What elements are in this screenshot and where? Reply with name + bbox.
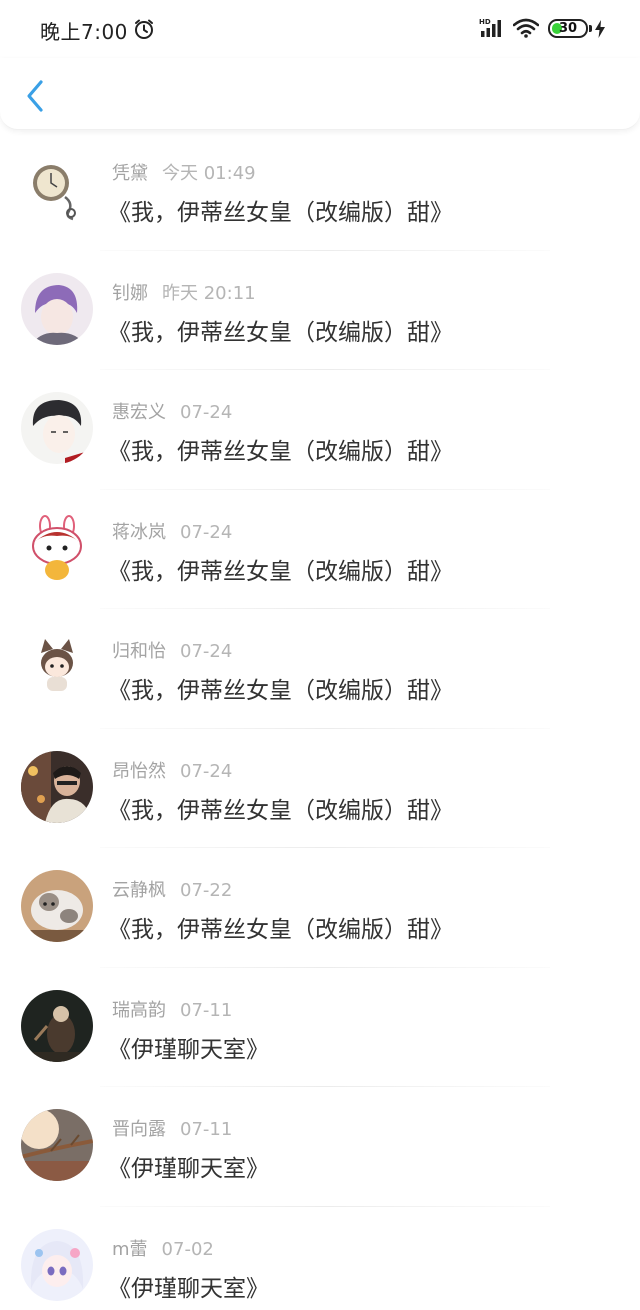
avatar[interactable] (21, 989, 93, 1062)
message-title: 《我，伊蒂丝女皇（改编版）甜》 (108, 558, 453, 585)
sender-name: 惠宏义 (112, 402, 166, 423)
sender-name: 云静枫 (112, 880, 166, 901)
sender-name: 蒋冰岚 (112, 521, 166, 543)
sender-name: 晋向露 (112, 1119, 166, 1140)
sender-name: 昂怡然 (112, 760, 166, 782)
avatar[interactable] (21, 511, 93, 584)
avatar[interactable] (21, 1228, 93, 1301)
message-title: 《伊瑾聊天室》 (108, 1156, 269, 1182)
message-title: 《伊瑾聊天室》 (108, 1275, 269, 1302)
avatar[interactable] (21, 392, 93, 464)
header-bar (0, 58, 640, 130)
message-time: 07-24 (180, 760, 233, 782)
avatar[interactable] (21, 870, 93, 942)
back-button[interactable] (18, 76, 52, 116)
sender-line: 凭黛 今天 01:49 (112, 159, 256, 185)
status-bar: 晚上7:00 HD 30 (0, 0, 640, 58)
sender-line: 钊娜 昨天 20:11 (112, 279, 256, 305)
cellular-signal-icon: HD (479, 18, 505, 38)
message-title: 《我，伊蒂丝女皇（改编版）甜》 (108, 917, 453, 943)
sender-line: 归和怡 07-24 (112, 637, 232, 663)
chevron-left-icon (27, 80, 43, 112)
message-time: 07-24 (180, 641, 233, 662)
message-time: 07-02 (161, 1238, 214, 1260)
message-list-item[interactable]: 晋向露 07-11 《伊瑾聊天室》 (0, 1087, 640, 1207)
message-list-item[interactable]: 蒋冰岚 07-24 《我，伊蒂丝女皇（改编版）甜》 (0, 490, 640, 609)
wifi-icon (512, 18, 540, 38)
sender-name: m蕾 (112, 1238, 148, 1260)
message-list-item[interactable]: 云静枫 07-22 《我，伊蒂丝女皇（改编版）甜》 (0, 848, 640, 968)
sender-line: 昂怡然 07-24 (112, 757, 232, 783)
alarm-clock-icon (133, 18, 155, 40)
sender-line: 晋向露 07-11 (112, 1115, 232, 1141)
battery-level: 30 (558, 21, 578, 36)
charging-bolt-icon (594, 19, 606, 39)
avatar[interactable] (21, 1109, 93, 1181)
message-list-item[interactable]: m蕾 07-02 《伊瑾聊天室》 (0, 1207, 640, 1310)
sender-name: 凭黛 (112, 163, 148, 184)
message-time: 昨天 20:11 (162, 282, 256, 304)
avatar[interactable] (21, 750, 93, 823)
message-title: 《我，伊蒂丝女皇（改编版）甜》 (108, 439, 453, 465)
message-list-item[interactable]: 昂怡然 07-24 《我，伊蒂丝女皇（改编版）甜》 (0, 729, 640, 848)
message-time: 07-22 (180, 880, 233, 901)
sender-line: 惠宏义 07-24 (112, 398, 232, 424)
sender-name: 归和怡 (112, 641, 166, 662)
hd-label: HD (479, 18, 491, 26)
battery-nub (589, 25, 592, 32)
message-list: 凭黛 今天 01:49 《我，伊蒂丝女皇（改编版）甜》 钊娜 昨天 20:11 《我，伊蒂… (0, 131, 640, 1310)
message-title: 《我，伊蒂丝女皇（改编版）甜》 (108, 678, 453, 704)
message-time: 07-11 (180, 999, 233, 1021)
sender-name: 瑞高韵 (112, 999, 166, 1021)
message-time: 今天 01:49 (162, 163, 256, 184)
message-title: 《我，伊蒂丝女皇（改编版）甜》 (108, 797, 453, 824)
sender-line: 蒋冰岚 07-24 (112, 518, 232, 544)
message-time: 07-24 (180, 402, 233, 423)
avatar[interactable] (21, 631, 93, 703)
message-title: 《伊瑾聊天室》 (108, 1036, 269, 1063)
message-list-item[interactable]: 惠宏义 07-24 《我，伊蒂丝女皇（改编版）甜》 (0, 370, 640, 490)
sender-line: 云静枫 07-22 (112, 876, 232, 902)
sender-name: 钊娜 (112, 282, 148, 304)
message-time: 07-24 (180, 521, 233, 543)
avatar[interactable] (21, 272, 93, 345)
message-title: 《我，伊蒂丝女皇（改编版）甜》 (108, 319, 453, 346)
sender-line: m蕾 07-02 (112, 1235, 214, 1261)
status-time: 晚上7:00 (40, 20, 128, 44)
message-list-item[interactable]: 钊娜 昨天 20:11 《我，伊蒂丝女皇（改编版）甜》 (0, 251, 640, 370)
message-list-item[interactable]: 凭黛 今天 01:49 《我，伊蒂丝女皇（改编版）甜》 (0, 131, 640, 251)
avatar[interactable] (21, 153, 93, 225)
message-list-item[interactable]: 瑞高韵 07-11 《伊瑾聊天室》 (0, 968, 640, 1087)
message-title: 《我，伊蒂丝女皇（改编版）甜》 (108, 200, 453, 226)
sender-line: 瑞高韵 07-11 (112, 996, 232, 1022)
message-time: 07-11 (180, 1119, 233, 1140)
message-list-item[interactable]: 归和怡 07-24 《我，伊蒂丝女皇（改编版）甜》 (0, 609, 640, 729)
battery-icon: 30 (548, 19, 588, 38)
